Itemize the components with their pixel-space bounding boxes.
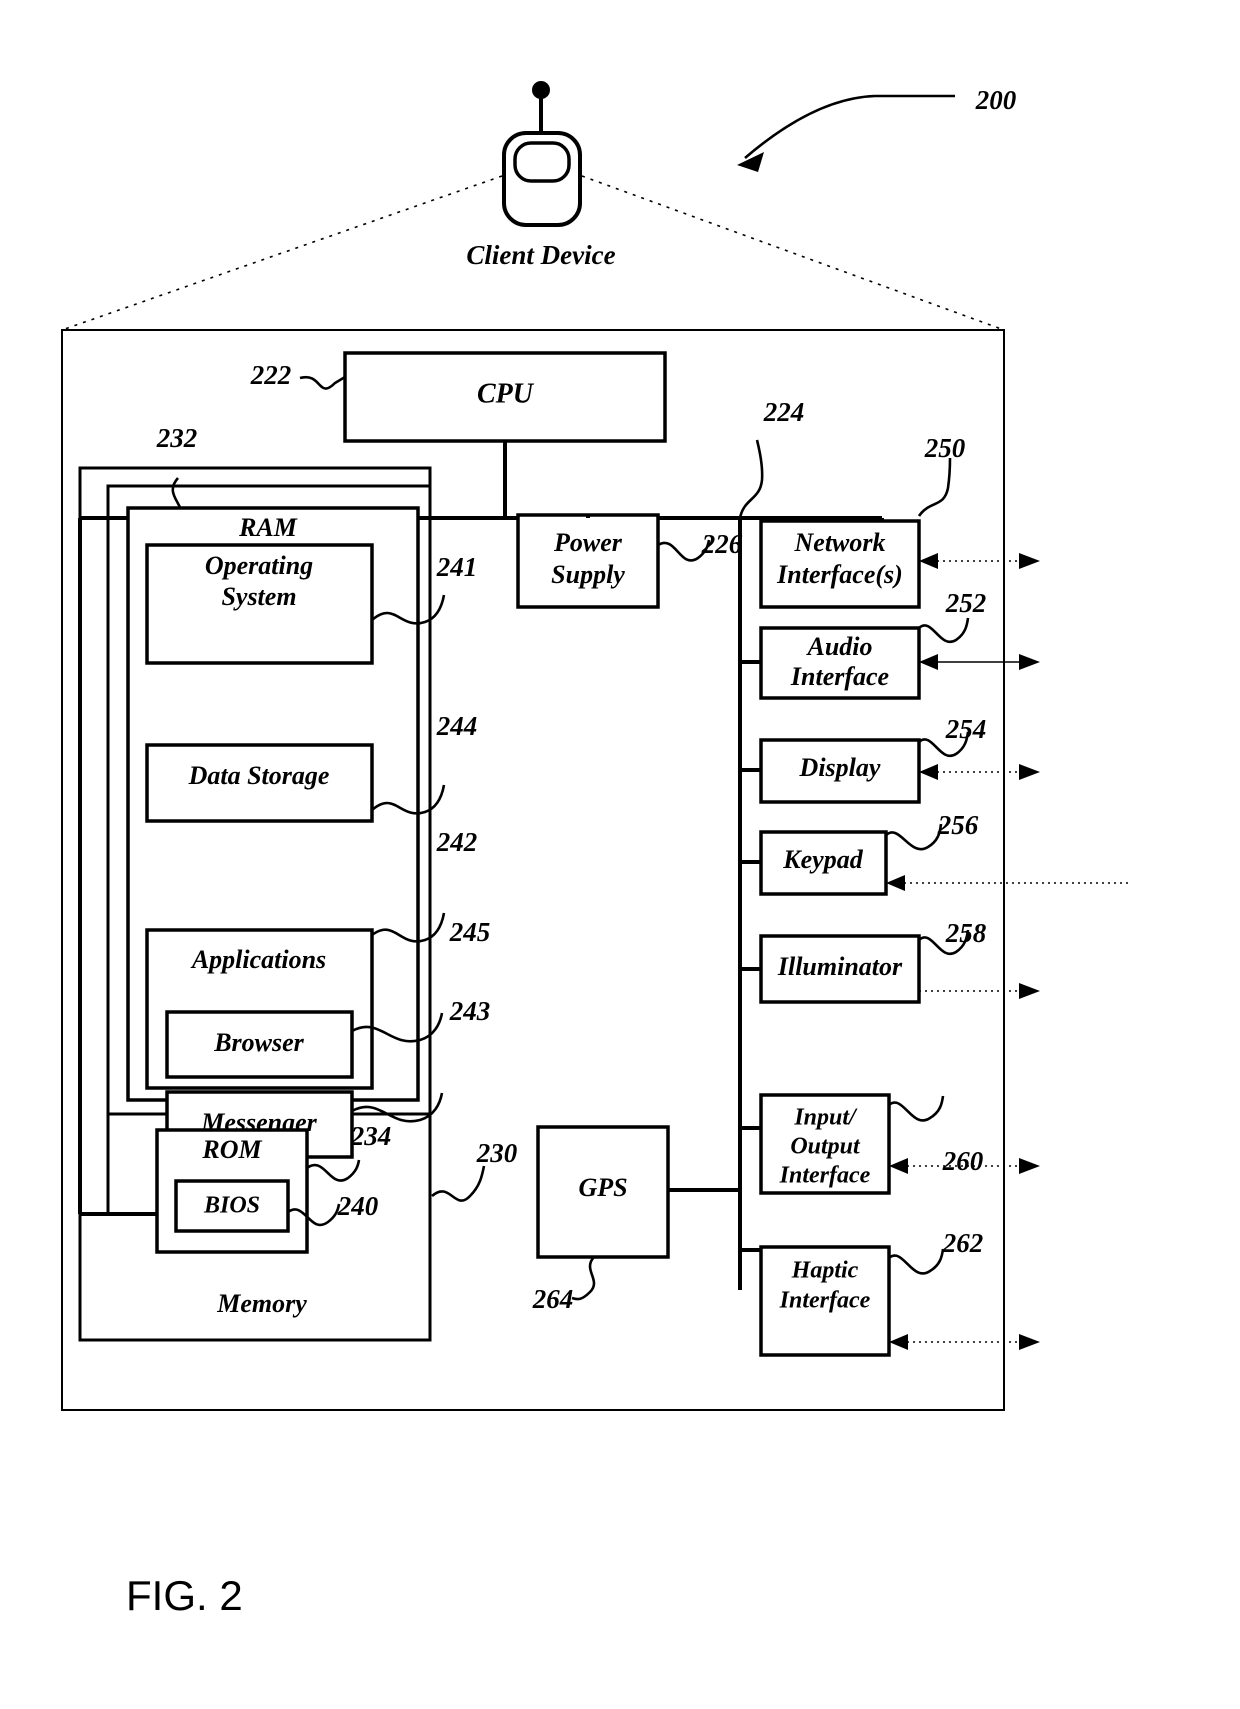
io-interface-label-line3: Interface: [779, 1163, 871, 1189]
ref-264: 264: [532, 1284, 574, 1314]
browser-label: Browser: [213, 1028, 304, 1057]
gps-label: GPS: [578, 1173, 627, 1202]
rom-label: ROM: [201, 1135, 262, 1164]
client-device-icon: [502, 81, 582, 227]
figure-caption: FIG. 2: [126, 1572, 243, 1619]
ref-242: 242: [436, 827, 478, 857]
ref-224: 224: [763, 397, 805, 427]
ref-241: 241: [436, 552, 478, 582]
ref-245: 245: [449, 917, 491, 947]
network-interface-label-line2: Interface(s): [776, 560, 903, 589]
figure-2-diagram: Client Device 200 CPU 222 Memory 230 232…: [61, 81, 1130, 1619]
cpu-label: CPU: [477, 378, 535, 409]
ref-232: 232: [156, 423, 198, 453]
bios-label: BIOS: [203, 1193, 260, 1219]
ref-244: 244: [436, 711, 478, 741]
ref-222: 222: [250, 360, 292, 390]
ref-256: 256: [937, 810, 979, 840]
ref-254: 254: [945, 714, 987, 744]
display-label: Display: [799, 753, 881, 782]
haptic-interface-label-line1: Haptic: [791, 1258, 859, 1284]
ref-200: 200: [975, 85, 1017, 115]
overall-reference-pointer: [737, 94, 955, 172]
ref-234: 234: [350, 1121, 392, 1151]
ref-262: 262: [942, 1228, 984, 1258]
ref-240: 240: [337, 1191, 379, 1221]
data-storage-label: Data Storage: [188, 761, 330, 790]
audio-interface-label-line1: Audio: [805, 632, 872, 661]
patent-figure-page: Client Device 200 CPU 222 Memory 230 232…: [0, 0, 1240, 1709]
applications-label: Applications: [190, 945, 326, 974]
client-device-caption: Client Device: [466, 240, 615, 270]
network-interface-label-line1: Network: [794, 528, 886, 557]
ref-258: 258: [945, 918, 987, 948]
ref-252: 252: [945, 588, 987, 618]
memory-label: Memory: [216, 1289, 307, 1318]
operating-system-label-line2: System: [221, 582, 296, 611]
haptic-interface-label-line2: Interface: [779, 1288, 871, 1314]
keypad-label: Keypad: [782, 845, 863, 874]
ref-243: 243: [449, 996, 491, 1026]
audio-interface-label-line2: Interface: [790, 662, 889, 691]
ref-226: 226: [701, 529, 743, 559]
illuminator-label: Illuminator: [777, 952, 903, 981]
ref-260: 260: [942, 1146, 984, 1176]
ram-label: RAM: [238, 513, 298, 542]
ref-250: 250: [924, 433, 966, 463]
power-supply-label-line1: Power: [553, 528, 623, 557]
io-interface-label-line2: Output: [790, 1134, 861, 1160]
operating-system-label-line1: Operating: [205, 551, 313, 580]
ref-230: 230: [476, 1138, 518, 1168]
io-interface-label-line1: Input/: [793, 1105, 858, 1131]
power-supply-label-line2: Supply: [551, 560, 625, 589]
